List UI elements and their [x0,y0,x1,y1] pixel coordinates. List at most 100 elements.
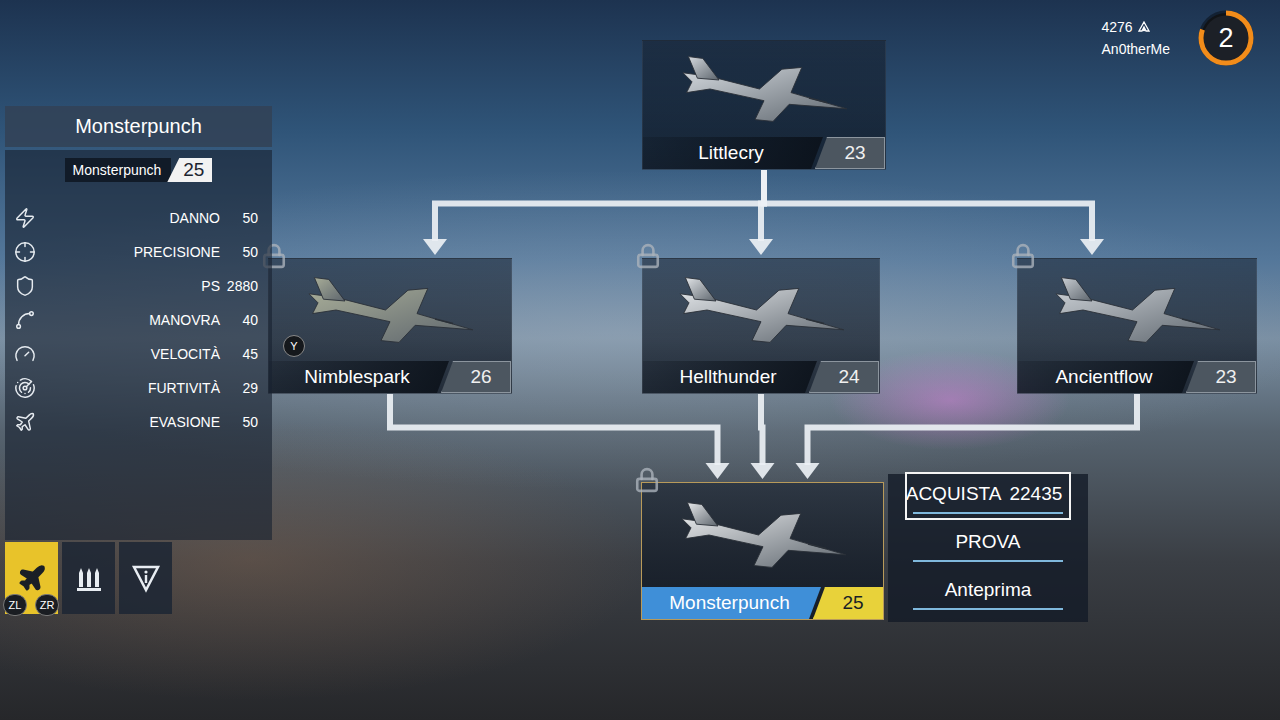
aircraft-image [643,259,879,361]
lock-icon [1010,243,1036,273]
stat-icon [11,377,39,399]
stat-label: PS [39,278,220,294]
stat-row: PRECISIONE50 [5,235,272,269]
aircraft-name: Monsterpunch [65,158,172,182]
aircraft-node[interactable]: Ancientflow23 [1017,258,1257,394]
node-name-bar: Nimblespark26 [269,361,511,393]
menu-item[interactable]: PROVA [905,520,1071,568]
stat-icon [14,207,36,229]
stat-label: DANNO [39,210,220,226]
node-name-bar: Hellthunder24 [643,361,879,393]
stat-icon [11,207,39,229]
stat-label: PRECISIONE [39,244,220,260]
tree-edge [390,394,730,479]
aircraft-image: Y [269,259,511,361]
stat-value: 2880 [220,278,258,294]
menu-item[interactable]: Anteprima [905,568,1071,616]
node-name: Ancientflow [1018,361,1194,393]
menu-label: ACQUISTA [906,483,1002,505]
stat-icon [14,411,36,433]
node-name-bar: Littlecry23 [643,137,885,169]
aircraft-image [1018,259,1256,361]
aircraft-node[interactable]: Monsterpunch25 [641,482,884,620]
aircraft-icon [300,272,480,348]
node-name: Littlecry [643,137,823,169]
aircraft-icon [671,272,851,348]
panel-tab[interactable] [62,542,115,614]
stat-icon [14,377,36,399]
stats-panel: Monsterpunch25DANNO50PRECISIONE50PS2880M… [5,150,272,540]
node-name: Nimblespark [269,361,449,393]
panel-subheader: Monsterpunch25 [65,158,213,182]
button-badge: ZR [35,594,59,616]
rank-badge: 2 [1196,8,1256,68]
stats-column: MonsterpunchMonsterpunch25DANNO50PRECISI… [0,0,272,720]
lock-icon [634,467,660,497]
lock-icon [1010,243,1036,269]
aircraft-icon [17,563,47,593]
stat-icon [11,411,39,433]
aircraft-level: 25 [167,158,212,182]
stat-row: MANOVRA40 [5,303,272,337]
aircraft-icon [1047,272,1227,348]
node-level: 25 [813,587,883,619]
tree-edge [751,394,775,479]
stat-row: DANNO50 [5,201,272,235]
aircraft-image [642,483,883,587]
stat-value: 45 [220,346,258,362]
stat-row: VELOCITÀ45 [5,337,272,371]
stat-icon [11,241,39,263]
tree-edge [796,394,1138,479]
button-badge: ZL [3,594,27,616]
currency: 4276 [1102,19,1170,35]
panel-title: Monsterpunch [5,106,272,147]
node-level: 23 [1186,361,1256,393]
stat-row: EVASIONE50 [5,405,272,439]
stat-value: 50 [220,210,258,226]
stat-label: EVASIONE [39,414,220,430]
menu-item[interactable]: ACQUISTA 22435 [905,472,1071,520]
lock-icon [635,243,661,273]
stat-label: VELOCITÀ [39,346,220,362]
info-icon [131,563,161,593]
node-level: 26 [441,361,511,393]
player-info: 4276 An0therMe [1102,19,1170,57]
rank-number: 2 [1196,8,1256,68]
panel-tab[interactable] [119,542,172,614]
missiles-icon [74,563,104,593]
node-level: 23 [815,137,885,169]
stat-value: 50 [220,244,258,260]
panel-tab[interactable]: ZL ZR [5,542,58,614]
aircraft-tree-screen: Littlecry23YNimblespark26Hellthunder24An… [0,0,1280,720]
panel-tabs: ZL ZR [5,542,272,614]
player-hud: 4276 An0therMe 2 [1102,8,1256,68]
aircraft-icon [673,497,853,573]
stat-row: PS2880 [5,269,272,303]
action-menu: ACQUISTA 22435 PROVA Anteprima [888,474,1088,622]
stat-value: 40 [220,312,258,328]
menu-label: Anteprima [945,579,1032,601]
lock-icon [635,243,661,269]
currency-icon [1138,21,1150,33]
menu-price: 22435 [1009,483,1062,505]
stat-icon [11,309,39,331]
node-name-bar: Monsterpunch25 [642,587,883,619]
aircraft-node[interactable]: Hellthunder24 [642,258,880,394]
stat-label: FURTIVITÀ [39,380,220,396]
stat-icon [11,343,39,365]
player-name: An0therMe [1102,41,1170,57]
currency-amount: 4276 [1102,19,1133,35]
node-name: Monsterpunch [642,587,821,619]
stat-value: 29 [220,380,258,396]
stat-icon [14,343,36,365]
tree-edge [764,170,1104,255]
node-name-bar: Ancientflow23 [1018,361,1256,393]
aircraft-icon [674,51,854,127]
stat-icon [11,275,39,297]
node-name: Hellthunder [643,361,817,393]
stat-icon [14,309,36,331]
aircraft-node[interactable]: Y Nimblespark26 [268,258,512,394]
stat-icon [14,275,36,297]
button-badge: Y [283,335,305,357]
aircraft-node[interactable]: Littlecry23 [642,40,886,170]
